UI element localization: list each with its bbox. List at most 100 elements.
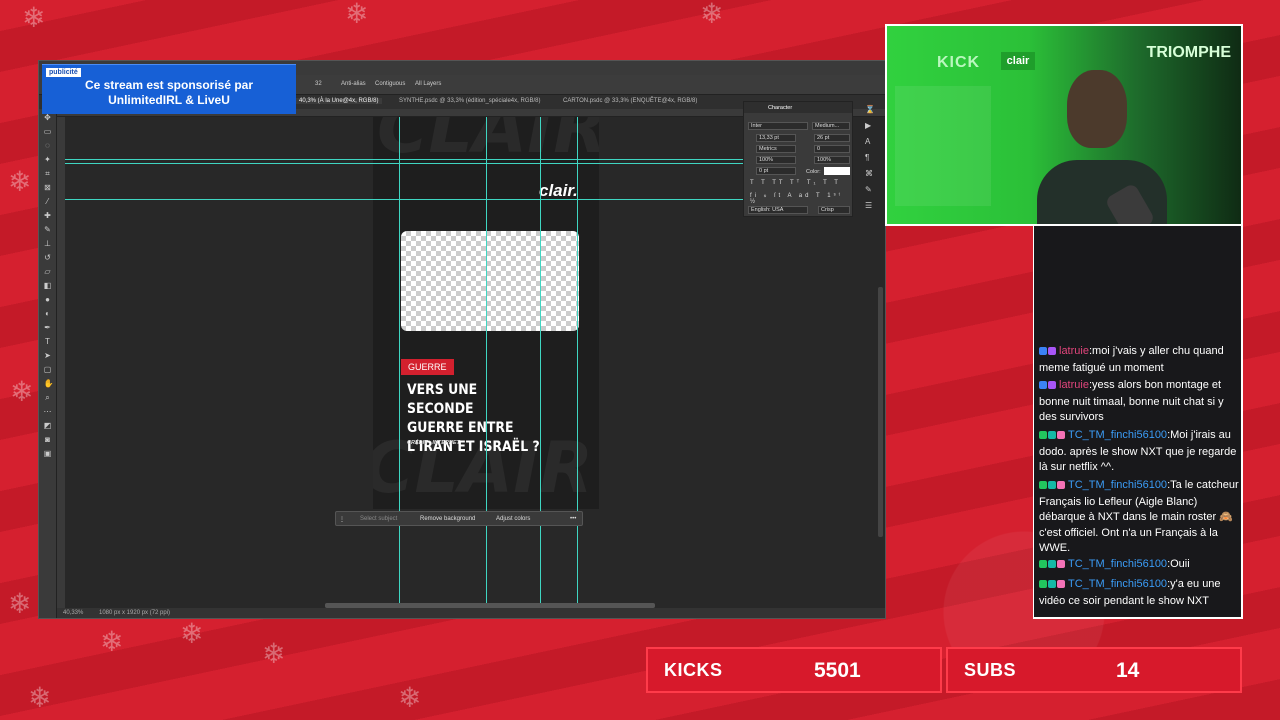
transparent-image-placeholder[interactable]	[401, 231, 579, 331]
tab-synthe[interactable]: SYNTHE.psdc @ 33,3% (édition_spéciale4x,…	[395, 98, 545, 104]
select-subject-button[interactable]: Select subject	[360, 516, 397, 522]
guide-line[interactable]	[65, 199, 745, 200]
history-icon[interactable]: ⌛	[865, 105, 875, 114]
guide-line[interactable]	[399, 117, 400, 610]
badge-icon	[1039, 381, 1047, 389]
kerning-field[interactable]: Metrics	[756, 145, 796, 153]
tab-carton[interactable]: CARTON.psdc @ 33,3% (ENQUÊTE@4x, RGB/8)	[559, 98, 701, 104]
guide-line[interactable]	[540, 117, 541, 610]
chat-message: TC_TM_finchi56100:Ta le catcheur Françai…	[1039, 478, 1239, 557]
eyedropper-tool-icon[interactable]: ⁄	[44, 198, 52, 206]
chat-username[interactable]: latruie	[1059, 379, 1089, 391]
baseline-shift-field[interactable]: 0 pt	[756, 167, 796, 175]
leading-field[interactable]: 26 pt	[814, 134, 850, 142]
glyphs-icon[interactable]: ⌘	[865, 169, 873, 178]
font-family-select[interactable]: Inter	[748, 122, 808, 130]
brush-tool-icon[interactable]: ✎	[44, 226, 52, 234]
contiguous-checkbox[interactable]: Contiguous	[375, 81, 405, 87]
color-label: Color:	[806, 169, 821, 175]
quick-mask-icon[interactable]: ◙	[44, 436, 52, 444]
clair-sign: clair	[1001, 52, 1035, 70]
more-tools-icon[interactable]: ⋯	[44, 408, 52, 416]
tab-character[interactable]: Character	[768, 105, 792, 111]
hand-tool-icon[interactable]: ✋	[44, 380, 54, 388]
character-icon[interactable]: A	[865, 137, 870, 146]
tracking-field[interactable]: 0	[814, 145, 850, 153]
language-select[interactable]: English: USA	[748, 206, 808, 214]
sponsor-line: Ce stream est sponsorisé par	[84, 78, 254, 92]
user-badges	[1039, 578, 1066, 594]
font-size-field[interactable]: 13,33 pt	[756, 134, 796, 142]
zoom-level[interactable]: 40,33%	[63, 610, 83, 616]
background-shelf	[895, 86, 991, 206]
brush-settings-icon[interactable]: ✎	[865, 185, 872, 194]
frame-tool-icon[interactable]: ⊠	[44, 184, 52, 192]
drag-handle-icon[interactable]: ⋮	[339, 516, 345, 523]
badge-icon	[1057, 431, 1065, 439]
guide-line[interactable]	[65, 163, 745, 164]
eraser-tool-icon[interactable]: ▱	[44, 268, 52, 276]
paragraph-icon[interactable]: ¶	[865, 153, 869, 162]
screen-mode-icon[interactable]: ▣	[44, 450, 52, 458]
status-bar: 40,33% 1080 px x 1920 px (72 ppi)	[57, 608, 885, 618]
subs-value: 14	[1116, 659, 1140, 682]
play-icon[interactable]: ▶	[865, 121, 871, 130]
dodge-tool-icon[interactable]: ◐	[44, 310, 52, 318]
healing-tool-icon[interactable]: ✚	[44, 212, 52, 220]
ruler-vertical	[57, 117, 65, 608]
all-layers-checkbox[interactable]: All Layers	[415, 81, 441, 87]
badge-icon	[1057, 481, 1065, 489]
tab-a-la-une[interactable]: 40,3% (À la Une@4x, RGB/8)	[295, 98, 383, 104]
chat-text: Ouii	[1170, 558, 1190, 570]
chat-username[interactable]: TC_TM_finchi56100	[1068, 558, 1167, 570]
adjust-colors-button[interactable]: Adjust colors	[496, 516, 530, 522]
badge-icon	[1057, 560, 1065, 568]
more-options-icon[interactable]: •••	[570, 516, 576, 522]
badge-icon	[1057, 580, 1065, 588]
guide-line[interactable]	[65, 159, 745, 160]
path-selection-icon[interactable]: ➤	[44, 352, 52, 360]
chat-message: TC_TM_finchi56100:Moi j'irais au dodo. a…	[1039, 428, 1239, 476]
zoom-tool-icon[interactable]: ⌕	[44, 394, 52, 402]
snowflake-icon: ❄	[180, 618, 204, 649]
vertical-scale-field[interactable]: 100%	[756, 156, 796, 164]
anti-alias-checkbox[interactable]: Anti-alias	[341, 81, 366, 87]
properties-icon[interactable]: ☰	[865, 201, 872, 210]
opentype-buttons[interactable]: fi ℴ ſt A ad T 1ˢᵗ ½	[750, 192, 852, 205]
crop-tool-icon[interactable]: ⌗	[44, 170, 52, 178]
sponsor-text: Ce stream est sponsorisé par UnlimitedIR…	[42, 78, 296, 108]
kicks-label: KICKS	[664, 660, 723, 680]
subs-label: SUBS	[964, 660, 1017, 680]
chat-username[interactable]: TC_TM_finchi56100	[1068, 479, 1167, 491]
color-swatch-icon[interactable]: ◩	[44, 422, 52, 430]
blur-tool-icon[interactable]: ●	[44, 296, 52, 304]
font-style-select[interactable]: Medium...	[812, 122, 850, 130]
type-style-buttons[interactable]: T T TT Tᵀ T₁ T T	[750, 180, 841, 186]
marquee-tool-icon[interactable]: ▭	[44, 128, 52, 136]
horizontal-scale-field[interactable]: 100%	[814, 156, 850, 164]
streamer-head	[1067, 70, 1127, 148]
chat-username[interactable]: latruie	[1059, 345, 1089, 357]
headline-line: VERS UNE SECONDE	[407, 382, 478, 417]
gradient-tool-icon[interactable]: ◧	[44, 282, 52, 290]
chat-username[interactable]: TC_TM_finchi56100	[1068, 578, 1167, 590]
badge-icon	[1048, 347, 1056, 355]
move-tool-icon[interactable]: ✥	[44, 114, 52, 122]
anti-alias-select[interactable]: Crisp	[818, 206, 850, 214]
shape-tool-icon[interactable]: ▢	[44, 366, 52, 374]
snowflake-icon: ❄	[28, 682, 52, 713]
color-swatch[interactable]	[824, 167, 850, 175]
history-brush-icon[interactable]: ↺	[44, 254, 52, 262]
snowflake-icon: ❄	[345, 0, 369, 29]
chat-username[interactable]: TC_TM_finchi56100	[1068, 429, 1167, 441]
type-tool-icon[interactable]: T	[44, 338, 52, 346]
remove-background-button[interactable]: Remove background	[420, 516, 475, 522]
tolerance-field[interactable]: 32	[315, 81, 322, 87]
vertical-scrollbar[interactable]	[878, 287, 883, 537]
guide-line[interactable]	[486, 117, 487, 610]
pen-tool-icon[interactable]: ✒	[44, 324, 52, 332]
lasso-tool-icon[interactable]: ◌	[44, 142, 52, 150]
guide-line[interactable]	[577, 117, 578, 610]
magic-wand-tool-icon[interactable]: ✦	[44, 156, 52, 164]
stamp-tool-icon[interactable]: ⊥	[44, 240, 52, 248]
